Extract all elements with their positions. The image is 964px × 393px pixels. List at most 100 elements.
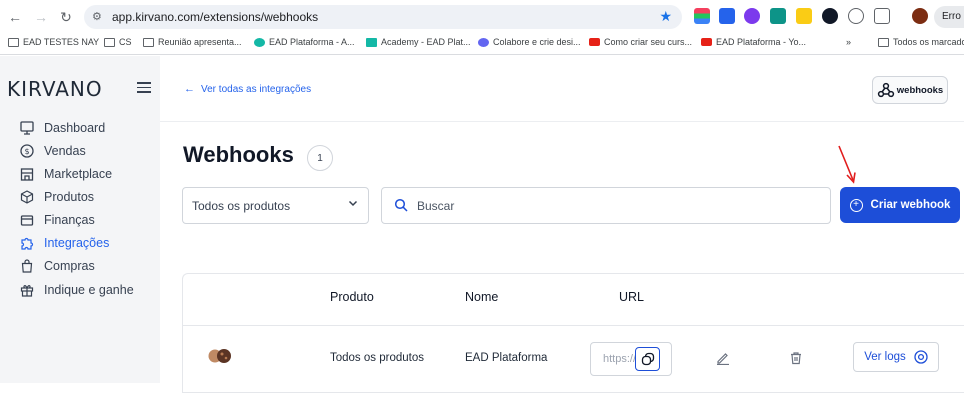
product-filter-select[interactable]: Todos os produtos (182, 187, 369, 224)
row-name: EAD Plataforma (465, 352, 548, 364)
sidebar-item-label: Marketplace (44, 167, 113, 181)
sidebar-item-produtos[interactable]: Produtos (19, 187, 94, 207)
bookmark-label: EAD TESTES NAY (23, 37, 100, 47)
dollar-icon: $ (19, 144, 34, 159)
extensions-puzzle-icon[interactable] (874, 8, 890, 24)
sidebar-item-label: Finanças (44, 213, 95, 227)
bookmark-item[interactable]: CS (104, 37, 132, 47)
site-settings-icon[interactable]: ⚙ (92, 10, 106, 24)
bookmark-label: CS (119, 37, 132, 47)
extension-icon[interactable] (694, 8, 710, 24)
url-value: https:// (603, 353, 637, 365)
bookmark-label: Como criar seu curs... (604, 37, 693, 47)
bookmark-label: EAD Plataforma - Yo... (716, 37, 807, 47)
view-logs-label: Ver logs (864, 351, 906, 363)
reload-icon[interactable]: ↻ (57, 8, 75, 26)
extension-icon[interactable] (822, 8, 838, 24)
folder-icon (878, 37, 889, 47)
sidebar-item-marketplace[interactable]: Marketplace (19, 164, 112, 184)
sidebar-item-compras[interactable]: Compras (19, 256, 95, 276)
main-content: ← Ver todas as integrações webhooks Webh… (160, 56, 964, 393)
extension-icon[interactable] (744, 8, 760, 24)
bookmark-label: Todos os marcado (893, 37, 964, 47)
gift-icon (19, 283, 34, 298)
address-url[interactable]: app.kirvano.com/extensions/webhooks (112, 10, 318, 24)
chevron-down-icon (348, 198, 358, 211)
arrow-left-icon: ← (184, 83, 195, 95)
canva-icon (478, 37, 489, 47)
site-icon (254, 37, 265, 47)
column-header-url: URL (619, 290, 645, 304)
plus-circle-icon: + (849, 198, 863, 212)
folder-icon (104, 37, 115, 47)
extension-icon[interactable] (796, 8, 812, 24)
bookmark-item[interactable]: Como criar seu curs... (589, 37, 692, 47)
bag-icon (19, 259, 34, 274)
forward-icon[interactable]: → (32, 8, 50, 26)
sidebar-item-financas[interactable]: Finanças (19, 210, 95, 230)
annotation-arrow-icon (838, 145, 856, 184)
dashboard-icon (19, 121, 34, 136)
back-to-integrations-link[interactable]: ← Ver todas as integrações (184, 83, 311, 95)
bookmark-item[interactable]: EAD Plataforma - Yo... (701, 37, 806, 47)
sidebar-item-indique[interactable]: Indique e ganhe (19, 280, 134, 300)
bookmark-item[interactable]: Colabore e crie desi... (478, 37, 581, 47)
count-badge: 1 (307, 145, 333, 171)
youtube-icon (589, 38, 600, 46)
page-title: Webhooks (183, 142, 294, 167)
site-icon (366, 37, 377, 47)
svg-text:$: $ (24, 147, 29, 156)
column-header-nome: Nome (465, 290, 499, 304)
extension-icon[interactable] (719, 8, 735, 24)
eye-icon (914, 350, 928, 364)
bookmark-item[interactable]: Todos os marcado (878, 37, 964, 47)
webhooks-badge-label: webhooks (896, 84, 944, 96)
trash-icon[interactable] (789, 351, 803, 365)
search-input[interactable]: Buscar (381, 187, 831, 224)
sidebar-item-label: Vendas (44, 144, 86, 158)
webhook-icon (877, 82, 894, 98)
extension-icon[interactable] (770, 8, 786, 24)
sidebar-item-label: Integrações (44, 236, 110, 250)
bookmark-label: Reunião apresenta... (158, 37, 242, 47)
header-divider (160, 121, 964, 122)
logo[interactable]: KIRVANO (7, 77, 103, 101)
bookmark-item[interactable]: EAD TESTES NAY (8, 37, 99, 47)
product-filter-value: Todos os produtos (192, 199, 291, 213)
address-bar[interactable]: ⚙ app.kirvano.com/extensions/webhooks ★ (84, 5, 682, 29)
sidebar-item-label: Compras (44, 259, 95, 273)
create-webhook-button[interactable]: + Criar webhook (840, 187, 960, 223)
bookmark-item[interactable]: Reunião apresenta... (143, 37, 242, 47)
table-divider (183, 325, 964, 326)
copy-icon[interactable] (635, 347, 660, 371)
youtube-icon (701, 38, 712, 46)
back-link-label: Ver todas as integrações (201, 83, 312, 95)
back-icon[interactable]: ← (6, 8, 24, 26)
product-thumbnail (208, 349, 231, 363)
bookmark-item[interactable]: EAD Plataforma - A... (254, 37, 355, 47)
sidebar-item-integracoes[interactable]: Integrações (19, 233, 109, 253)
profile-error-badge[interactable]: Erro (934, 6, 964, 28)
extension-icon[interactable] (848, 8, 864, 24)
avatar[interactable] (912, 8, 928, 24)
bookmarks-bar: EAD TESTES NAY CS Reunião apresenta... E… (0, 33, 964, 55)
folder-icon (143, 37, 154, 47)
search-placeholder: Buscar (417, 199, 455, 213)
bookmark-item[interactable]: Academy - EAD Plat... (366, 37, 471, 47)
row-product: Todos os produtos (330, 352, 424, 364)
create-webhook-label: Criar webhook (870, 199, 951, 211)
menu-toggle-icon[interactable] (137, 82, 151, 96)
search-icon (394, 198, 408, 212)
column-header-produto: Produto (330, 290, 374, 304)
wallet-icon (19, 213, 34, 228)
sidebar-item-label: Dashboard (44, 121, 106, 135)
url-field[interactable]: https:// (590, 342, 672, 376)
bookmarks-overflow-button[interactable]: » (846, 37, 851, 47)
bookmark-star-icon[interactable]: ★ (659, 8, 672, 25)
sidebar-item-dashboard[interactable]: Dashboard (19, 118, 105, 138)
webhooks-table: Produto Nome URL Todos os produtos EAD P… (182, 273, 964, 393)
bookmark-label: Colabore e crie desi... (493, 37, 581, 47)
edit-icon[interactable] (716, 351, 730, 365)
view-logs-button[interactable]: Ver logs (853, 342, 939, 372)
sidebar-item-vendas[interactable]: $ Vendas (19, 141, 86, 161)
